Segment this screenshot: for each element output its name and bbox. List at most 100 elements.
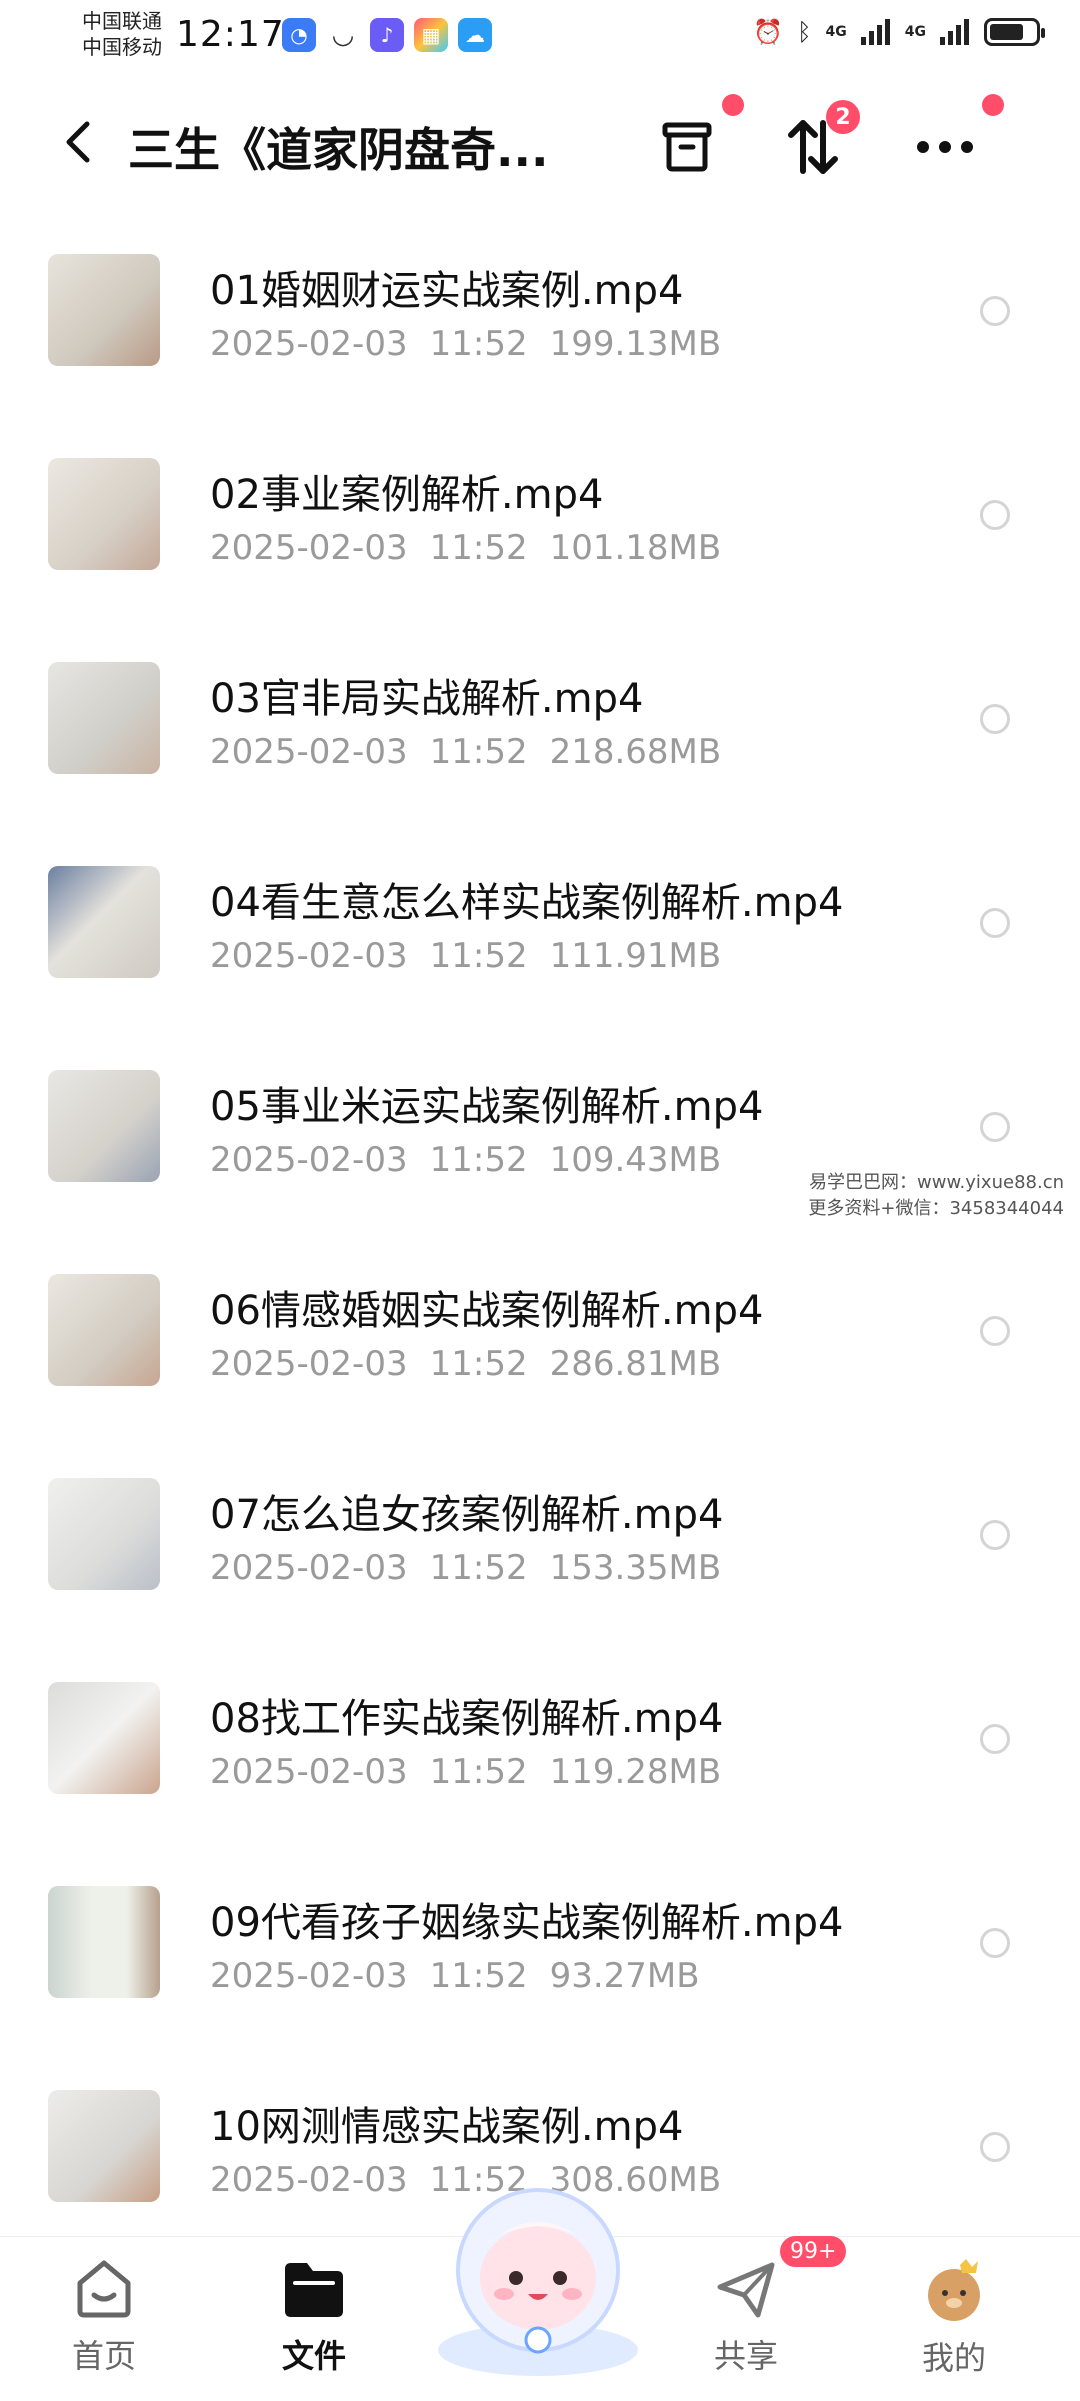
video-thumbnail bbox=[48, 866, 160, 978]
file-time: 11:52 bbox=[429, 1956, 528, 1996]
tab-home[interactable]: 首页 bbox=[34, 2257, 174, 2387]
file-time: 11:52 bbox=[429, 732, 528, 772]
select-radio[interactable] bbox=[980, 908, 1010, 938]
file-row[interactable]: 07怎么追女孩案例解析.mp4 2025-02-03 11:52 153.35MB bbox=[0, 1462, 1080, 1666]
tab-share-label: 共享 bbox=[713, 2337, 778, 2375]
chevron-left-icon bbox=[66, 121, 90, 163]
file-name: 10网测情感实战案例.mp4 bbox=[210, 2104, 684, 2150]
file-size: 111.91MB bbox=[549, 936, 722, 976]
tab-share[interactable]: 共享 bbox=[676, 2257, 816, 2387]
select-radio[interactable] bbox=[980, 1112, 1010, 1142]
file-row[interactable]: 03官非局实战解析.mp4 2025-02-03 11:52 218.68MB bbox=[0, 646, 1080, 850]
bluetooth-icon: ᛒ bbox=[797, 18, 812, 46]
file-size: 286.81MB bbox=[549, 1344, 722, 1384]
select-radio[interactable] bbox=[980, 1724, 1010, 1754]
watermark-line-1: 易学巴巴网：www.yixue88.cn bbox=[809, 1172, 1064, 1193]
video-thumbnail bbox=[48, 662, 160, 774]
video-thumbnail bbox=[48, 458, 160, 570]
battery-fill bbox=[990, 24, 1023, 40]
file-name: 09代看孩子姻缘实战案例解析.mp4 bbox=[210, 1900, 844, 1946]
file-meta: 2025-02-03 11:52 101.18MB bbox=[210, 528, 721, 568]
file-time: 11:52 bbox=[429, 1548, 528, 1588]
file-time: 11:52 bbox=[429, 324, 528, 364]
app-notification-icon: ▦ bbox=[414, 18, 448, 52]
file-row[interactable]: 09代看孩子姻缘实战案例解析.mp4 2025-02-03 11:52 93.27MB bbox=[0, 1870, 1080, 2074]
alarm-icon: ⏰ bbox=[753, 18, 784, 46]
file-date: 2025-02-03 bbox=[210, 1752, 408, 1792]
back-button[interactable] bbox=[48, 112, 108, 172]
watermark-line-2: 更多资料+微信：3458344044 bbox=[808, 1198, 1064, 1219]
file-meta: 2025-02-03 11:52 199.13MB bbox=[210, 324, 721, 364]
file-meta: 2025-02-03 11:52 111.91MB bbox=[210, 936, 721, 976]
file-row[interactable]: 08找工作实战案例解析.mp4 2025-02-03 11:52 119.28MB bbox=[0, 1666, 1080, 1870]
avatar-icon bbox=[928, 2259, 980, 2321]
file-row[interactable]: 05事业米运实战案例解析.mp4 2025-02-03 11:52 109.43MB bbox=[0, 1054, 1080, 1258]
select-radio[interactable] bbox=[980, 2132, 1010, 2162]
network-type-2: 4G bbox=[904, 24, 926, 40]
file-name: 07怎么追女孩案例解析.mp4 bbox=[210, 1492, 724, 1538]
notification-dot bbox=[722, 94, 744, 116]
file-size: 109.43MB bbox=[549, 1140, 722, 1180]
video-thumbnail bbox=[48, 2090, 160, 2202]
file-row[interactable]: 01婚姻财运实战案例.mp4 2025-02-03 11:52 199.13MB bbox=[0, 238, 1080, 442]
file-row[interactable]: 04看生意怎么样实战案例解析.mp4 2025-02-03 11:52 111.91M… bbox=[0, 850, 1080, 1054]
carrier-info: 中国联通 中国移动 bbox=[82, 8, 162, 60]
file-date: 2025-02-03 bbox=[210, 324, 408, 364]
select-radio[interactable] bbox=[980, 1928, 1010, 1958]
tab-files[interactable]: 文件 bbox=[244, 2257, 384, 2387]
signal-icon bbox=[860, 19, 890, 45]
file-date: 2025-02-03 bbox=[210, 936, 408, 976]
mascot-button[interactable] bbox=[428, 2170, 648, 2380]
file-time: 11:52 bbox=[429, 1140, 528, 1180]
system-icons: ⏰ ᛒ 4G 4G bbox=[753, 18, 1045, 46]
select-radio[interactable] bbox=[980, 1520, 1010, 1550]
watermark: 易学巴巴网：www.yixue88.cn 更多资料+微信：3458344044 bbox=[808, 1170, 1064, 1222]
file-name: 08找工作实战案例解析.mp4 bbox=[210, 1696, 724, 1742]
file-time: 11:52 bbox=[429, 1752, 528, 1792]
video-thumbnail bbox=[48, 1478, 160, 1590]
video-thumbnail bbox=[48, 1274, 160, 1386]
video-thumbnail bbox=[48, 254, 160, 366]
archive-icon bbox=[662, 122, 712, 172]
file-size: 101.18MB bbox=[549, 528, 722, 568]
notification-dot bbox=[982, 94, 1004, 116]
file-date: 2025-02-03 bbox=[210, 1140, 408, 1180]
file-meta: 2025-02-03 11:52 218.68MB bbox=[210, 732, 721, 772]
folder-icon bbox=[285, 2263, 343, 2317]
file-meta: 2025-02-03 11:52 119.28MB bbox=[210, 1752, 721, 1792]
notification-icons: ◔ ◡ ♪ ▦ ☁ bbox=[282, 18, 492, 52]
file-date: 2025-02-03 bbox=[210, 1548, 408, 1588]
sort-button[interactable]: 2 bbox=[768, 100, 860, 192]
folder-title: 三生《道家阴盘奇... bbox=[128, 123, 549, 177]
network-type-1: 4G bbox=[825, 24, 847, 40]
file-meta: 2025-02-03 11:52 286.81MB bbox=[210, 1344, 721, 1384]
select-radio[interactable] bbox=[980, 1316, 1010, 1346]
more-icon bbox=[917, 141, 973, 153]
home-icon bbox=[77, 2260, 131, 2318]
file-meta: 2025-02-03 11:52 93.27MB bbox=[210, 1956, 700, 1996]
more-button[interactable] bbox=[900, 94, 1004, 192]
file-meta: 2025-02-03 11:52 153.35MB bbox=[210, 1548, 721, 1588]
file-date: 2025-02-03 bbox=[210, 1344, 408, 1384]
file-meta: 2025-02-03 11:52 109.43MB bbox=[210, 1140, 721, 1180]
tab-mine[interactable]: 我的 bbox=[884, 2257, 1024, 2387]
file-size: 218.68MB bbox=[549, 732, 722, 772]
file-row[interactable]: 02事业案例解析.mp4 2025-02-03 11:52 101.18MB bbox=[0, 442, 1080, 646]
sort-count-badge: 2 bbox=[826, 100, 860, 134]
paper-plane-icon bbox=[717, 2262, 775, 2318]
video-thumbnail bbox=[48, 1886, 160, 1998]
select-radio[interactable] bbox=[980, 704, 1010, 734]
file-row[interactable]: 06情感婚姻实战案例解析.mp4 2025-02-03 11:52 286.81MB bbox=[0, 1258, 1080, 1462]
share-badge: 99+ bbox=[780, 2236, 847, 2267]
file-date: 2025-02-03 bbox=[210, 528, 408, 568]
app-notification-icon: ◔ bbox=[282, 18, 316, 52]
file-date: 2025-02-03 bbox=[210, 732, 408, 772]
select-radio[interactable] bbox=[980, 500, 1010, 530]
status-time: 12:17 bbox=[176, 14, 285, 55]
archive-button[interactable] bbox=[642, 94, 744, 192]
file-date: 2025-02-03 bbox=[210, 2160, 408, 2200]
app-notification-icon: ◡ bbox=[326, 18, 360, 52]
file-name: 01婚姻财运实战案例.mp4 bbox=[210, 268, 684, 314]
select-radio[interactable] bbox=[980, 296, 1010, 326]
file-size: 199.13MB bbox=[549, 324, 722, 364]
